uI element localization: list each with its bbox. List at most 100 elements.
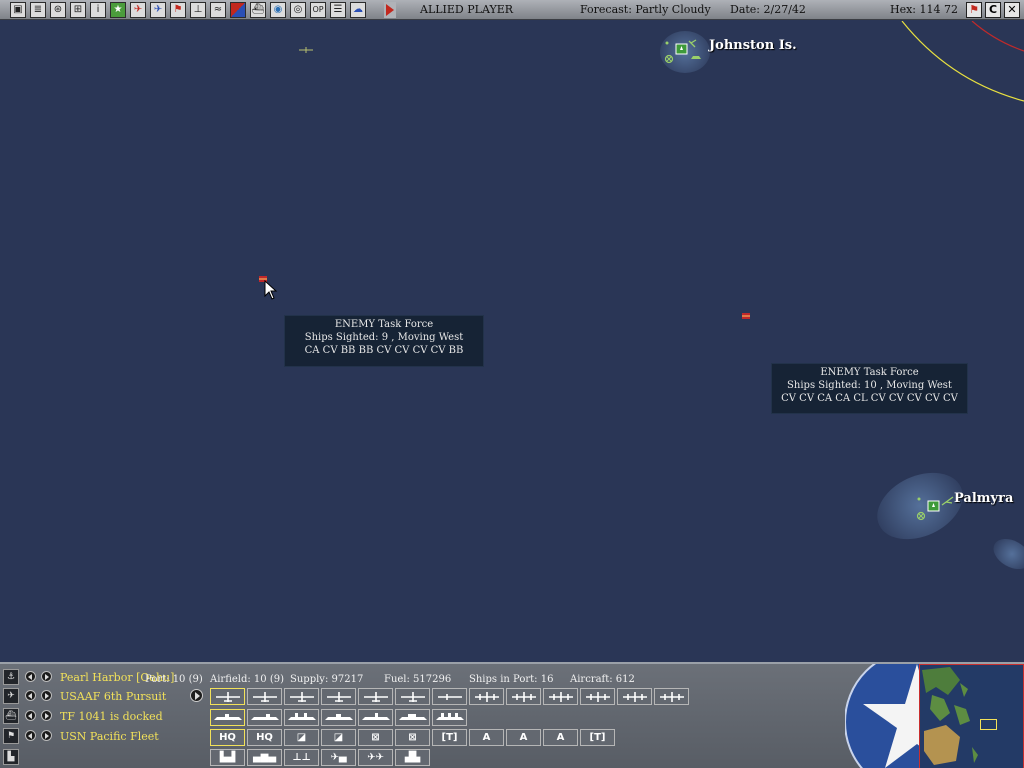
next-air-group-button[interactable] xyxy=(41,690,52,701)
aircraft-slot[interactable] xyxy=(395,688,430,705)
hq-flag-icon[interactable]: ⚑ xyxy=(3,728,19,744)
ship-group-icon[interactable]: ⊞ xyxy=(70,2,86,18)
flag-button[interactable]: ⚑ xyxy=(966,2,982,18)
airfield-stat: Airfield: 10 (9) xyxy=(210,674,285,685)
prev-hq-button[interactable] xyxy=(25,730,36,741)
ship-slot[interactable] xyxy=(210,709,245,726)
air-contact-icon[interactable] xyxy=(299,47,313,53)
list-icon[interactable]: ☰ xyxy=(330,2,346,18)
artillery-slot[interactable]: A xyxy=(469,729,504,746)
artillery-slot[interactable]: A xyxy=(543,729,578,746)
aircraft-slot[interactable] xyxy=(654,688,689,705)
c-button[interactable]: C xyxy=(985,2,1001,18)
artillery-slot[interactable]: A xyxy=(506,729,541,746)
next-hq-button[interactable] xyxy=(41,730,52,741)
route-icon[interactable]: ≈ xyxy=(210,2,226,18)
star-icon[interactable]: ★ xyxy=(110,2,126,18)
minimap-viewport[interactable] xyxy=(980,719,997,730)
production-slot[interactable]: ▟▙ xyxy=(395,749,430,766)
production-slot[interactable]: ▙▟ xyxy=(210,749,245,766)
unit-slot[interactable]: ◪ xyxy=(321,729,356,746)
aircraft-stat: Aircraft: 612 xyxy=(570,674,635,685)
aircraft-slot[interactable] xyxy=(358,688,393,705)
flag-icon[interactable]: ⚑ xyxy=(170,2,186,18)
infantry-slot[interactable]: ⊠ xyxy=(395,729,430,746)
tf-ships: CA CV BB BB CV CV CV CV BB xyxy=(304,345,464,356)
task-force-row[interactable]: ⛴ TF 1041 is docked xyxy=(0,707,210,725)
infantry-slot[interactable]: ⊠ xyxy=(358,729,393,746)
minimap-terrain xyxy=(922,667,978,765)
bomb-icon[interactable]: ⊛ xyxy=(50,2,66,18)
production-slot[interactable]: ✈✈ xyxy=(358,749,393,766)
aircraft-slot[interactable] xyxy=(469,688,504,705)
palmyra-base-icon[interactable] xyxy=(913,495,957,523)
document-icon[interactable]: ≣ xyxy=(30,2,46,18)
hq-name[interactable]: USN Pacific Fleet xyxy=(60,730,159,743)
ship-slot[interactable] xyxy=(395,709,430,726)
ship-slot[interactable] xyxy=(247,709,282,726)
bomber-silhouette-icon xyxy=(548,692,573,702)
hq-row[interactable]: ⚑ USN Pacific Fleet xyxy=(0,727,210,745)
air-group-row[interactable]: ✈ USAAF 6th Pursuit xyxy=(0,687,210,705)
air-group-go-button[interactable] xyxy=(190,689,203,702)
enemy-task-force-icon[interactable] xyxy=(741,312,751,320)
globe-icon[interactable]: ◉ xyxy=(270,2,286,18)
engineer-slot[interactable]: [T] xyxy=(432,729,467,746)
prev-air-group-button[interactable] xyxy=(25,690,36,701)
task-force-status[interactable]: TF 1041 is docked xyxy=(60,710,163,723)
anchor-icon[interactable]: ⚓ xyxy=(3,669,19,685)
plane-blue-icon[interactable]: ✈ xyxy=(150,2,166,18)
next-base-button[interactable] xyxy=(41,671,52,682)
ocean-map[interactable]: Johnston Is. Palmyra ENEMY Task Force Sh… xyxy=(0,21,1024,662)
prev-base-button[interactable] xyxy=(25,671,36,682)
unit-slot[interactable]: ◪ xyxy=(284,729,319,746)
air-group-icon[interactable]: ✈ xyxy=(3,688,19,704)
aircraft-slot[interactable] xyxy=(617,688,652,705)
engineer-slot[interactable]: [T] xyxy=(580,729,615,746)
mini-map[interactable] xyxy=(919,664,1024,768)
prev-task-force-button[interactable] xyxy=(25,710,36,721)
enemy-tf-tooltip-1: ENEMY Task Force Ships Sighted: 9 , Movi… xyxy=(284,315,484,367)
ship-slot[interactable] xyxy=(321,709,356,726)
ship-slot[interactable] xyxy=(284,709,319,726)
plane-silhouette-icon xyxy=(289,692,314,702)
star-emblem-icon xyxy=(845,664,925,768)
bomber-silhouette-icon xyxy=(585,692,610,702)
hq-slot[interactable]: HQ xyxy=(247,729,282,746)
aircraft-slot[interactable] xyxy=(580,688,615,705)
close-button[interactable]: ✕ xyxy=(1004,2,1020,18)
plane-silhouette-icon xyxy=(363,692,388,702)
air-group-name[interactable]: USAAF 6th Pursuit xyxy=(60,690,166,703)
task-force-icon[interactable]: ⛴ xyxy=(3,708,19,724)
aircraft-slot[interactable] xyxy=(321,688,356,705)
info-panel: ⚓ Pearl Harbor [Oahu] ✈ USAAF 6th Pursui… xyxy=(0,662,1024,768)
aircraft-slot[interactable] xyxy=(210,688,245,705)
play-turn-button[interactable] xyxy=(384,2,396,18)
aircraft-slot[interactable] xyxy=(247,688,282,705)
plane-red-icon[interactable]: ✈ xyxy=(130,2,146,18)
factory-icon[interactable]: ▙ xyxy=(3,749,19,765)
ship-slot[interactable] xyxy=(432,709,467,726)
aircraft-slot[interactable] xyxy=(432,688,467,705)
target-icon[interactable]: ◎ xyxy=(290,2,306,18)
production-slot[interactable]: ✈▄ xyxy=(321,749,356,766)
aircraft-slot[interactable] xyxy=(284,688,319,705)
ship-icon[interactable]: ⛴ xyxy=(250,2,266,18)
save-icon[interactable]: ▣ xyxy=(10,2,26,18)
op-icon[interactable]: OP xyxy=(310,2,326,18)
red-blue-icon[interactable] xyxy=(230,2,246,18)
info-icon[interactable]: i xyxy=(90,2,106,18)
aircraft-slot[interactable] xyxy=(506,688,541,705)
ships-in-port-stat: Ships in Port: 16 xyxy=(469,674,554,685)
production-slot[interactable]: ▄▆▄ xyxy=(247,749,282,766)
johnston-base-icon[interactable] xyxy=(663,37,709,67)
ship-slot[interactable] xyxy=(358,709,393,726)
factory-row[interactable]: ▙ xyxy=(0,748,210,766)
aircraft-slot[interactable] xyxy=(543,688,578,705)
plane-silhouette-icon xyxy=(252,692,277,702)
land-unit-icon[interactable]: ⊥ xyxy=(190,2,206,18)
production-slot[interactable]: ⊥⊥ xyxy=(284,749,319,766)
hq-slot[interactable]: HQ xyxy=(210,729,245,746)
next-task-force-button[interactable] xyxy=(41,710,52,721)
cloud-icon[interactable]: ☁ xyxy=(350,2,366,18)
